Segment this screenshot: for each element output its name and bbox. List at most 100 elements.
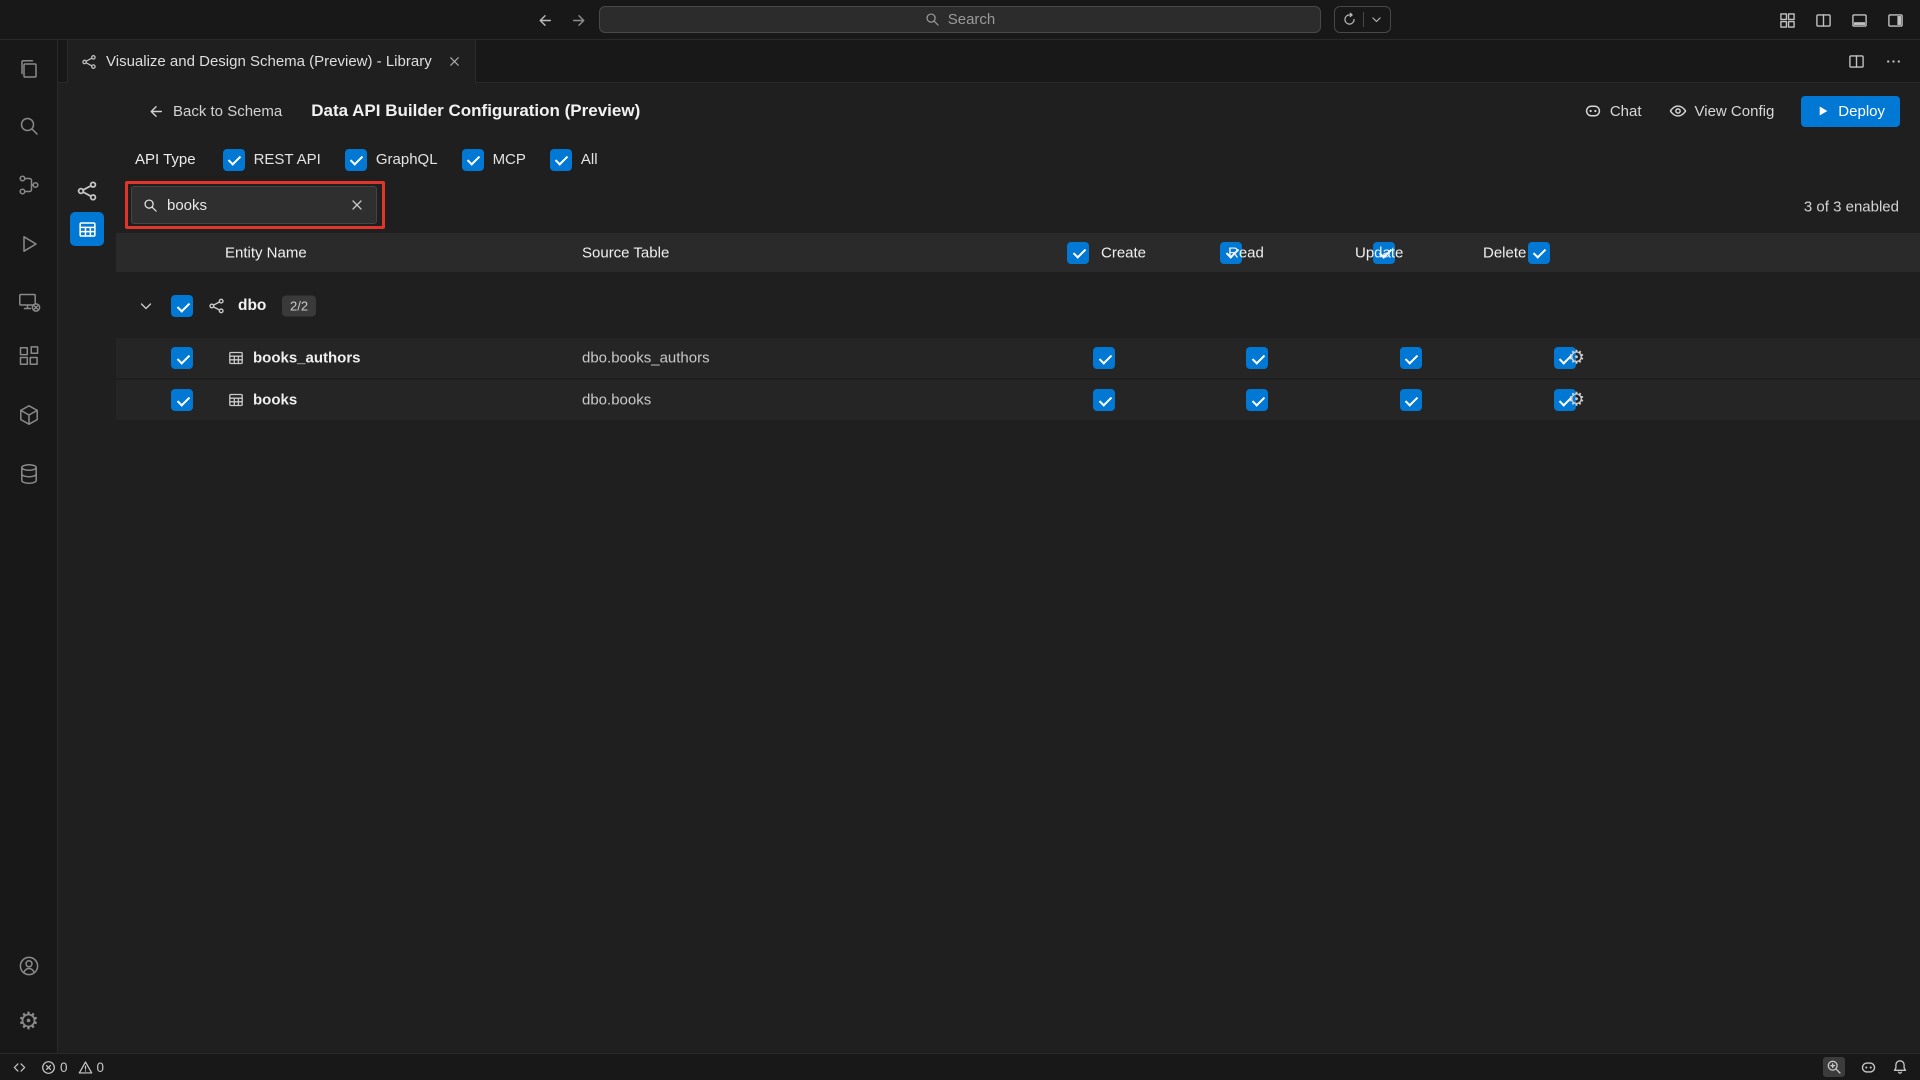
mcp-checkbox[interactable] xyxy=(462,149,484,171)
deploy-button[interactable]: Deploy xyxy=(1801,96,1900,127)
toggle-panel-icon[interactable] xyxy=(1851,12,1868,29)
eye-icon xyxy=(1669,102,1687,120)
activity-bar: ⚙ xyxy=(0,40,58,1053)
titlebar: Search xyxy=(0,0,1920,40)
global-search-box[interactable]: Search xyxy=(599,6,1321,33)
entity-name: books xyxy=(253,392,297,409)
row-select-checkbox[interactable] xyxy=(171,389,193,411)
database-projects-icon[interactable] xyxy=(17,462,41,486)
split-editor-icon[interactable] xyxy=(1848,53,1865,70)
schema-designer-tab-icon xyxy=(81,54,97,70)
create-header-label: Create xyxy=(1101,244,1146,261)
search-icon xyxy=(925,12,940,27)
chat-button[interactable]: Chat xyxy=(1584,102,1642,120)
rest-api-checkbox[interactable] xyxy=(223,149,245,171)
page-title: Data API Builder Configuration (Preview) xyxy=(311,101,640,121)
zoom-indicator-icon[interactable] xyxy=(1823,1057,1845,1077)
all-checkbox[interactable] xyxy=(550,149,572,171)
tab-title: Visualize and Design Schema (Preview) - … xyxy=(106,53,432,70)
table-icon xyxy=(228,350,244,366)
containers-icon[interactable] xyxy=(17,403,41,427)
tab-close-icon[interactable] xyxy=(447,54,462,69)
problems-indicator[interactable]: 0 0 xyxy=(41,1060,104,1075)
run-task-control[interactable] xyxy=(1334,6,1391,33)
schema-diagram-tool[interactable] xyxy=(70,174,104,208)
read-checkbox[interactable] xyxy=(1246,347,1268,369)
extensions-icon[interactable] xyxy=(17,344,41,368)
search-icon xyxy=(143,198,158,213)
global-search-placeholder: Search xyxy=(948,11,996,28)
arrow-left-icon xyxy=(147,103,164,120)
filter-graphql[interactable]: GraphQL xyxy=(345,149,438,171)
mcp-label: MCP xyxy=(493,151,526,168)
customize-layout-icon[interactable] xyxy=(1779,12,1796,29)
delete-header-label: Delete xyxy=(1483,244,1526,261)
api-type-label: API Type xyxy=(135,151,196,168)
run-debug-icon[interactable] xyxy=(17,232,41,256)
entity-search-input[interactable] xyxy=(167,197,340,214)
row-settings-gear-icon[interactable]: ⚙ xyxy=(1568,349,1585,368)
graphql-label: GraphQL xyxy=(376,151,438,168)
api-type-filter-row: API Type REST API GraphQL MCP All xyxy=(116,139,1920,180)
entity-row-books-authors[interactable]: books_authors dbo.books_authors ⚙ xyxy=(116,338,1920,380)
toggle-sidebar-icon[interactable] xyxy=(1815,12,1832,29)
entity-table-header: Entity Name Source Table Create Read Upd… xyxy=(116,233,1920,272)
entity-name: books_authors xyxy=(253,350,361,367)
read-checkbox[interactable] xyxy=(1246,389,1268,411)
filter-all[interactable]: All xyxy=(550,149,598,171)
entity-row-books[interactable]: books dbo.books ⚙ xyxy=(116,380,1920,422)
loop-icon xyxy=(1342,12,1357,27)
group-select-checkbox[interactable] xyxy=(171,295,193,317)
page-toolbar: Back to Schema Data API Builder Configur… xyxy=(116,83,1920,139)
filter-mcp[interactable]: MCP xyxy=(462,149,526,171)
copilot-icon xyxy=(1584,102,1602,120)
divider xyxy=(1363,12,1364,27)
history-forward-icon[interactable] xyxy=(571,12,588,29)
history-back-icon[interactable] xyxy=(536,12,553,29)
rest-api-label: REST API xyxy=(254,151,321,168)
remote-disconnected-icon[interactable] xyxy=(17,290,41,314)
view-config-label: View Config xyxy=(1695,103,1775,120)
connections-icon[interactable] xyxy=(17,173,41,197)
row-select-checkbox[interactable] xyxy=(171,347,193,369)
warning-count: 0 xyxy=(97,1060,105,1075)
account-icon[interactable] xyxy=(17,954,41,978)
more-actions-icon[interactable] xyxy=(1885,53,1902,70)
filter-rest-api[interactable]: REST API xyxy=(223,149,321,171)
row-settings-gear-icon[interactable]: ⚙ xyxy=(1568,391,1585,410)
editor-actions xyxy=(1848,40,1920,82)
update-checkbox[interactable] xyxy=(1400,347,1422,369)
editor-tab-schema-designer[interactable]: Visualize and Design Schema (Preview) - … xyxy=(67,40,476,83)
clear-search-icon[interactable] xyxy=(349,197,365,213)
table-icon xyxy=(228,392,244,408)
copilot-status-icon[interactable] xyxy=(1860,1059,1877,1076)
explorer-icon[interactable] xyxy=(17,57,41,81)
data-api-builder-tool[interactable] xyxy=(70,212,104,246)
search-sidebar-icon[interactable] xyxy=(17,114,41,138)
all-label: All xyxy=(581,151,598,168)
notifications-bell-icon[interactable] xyxy=(1892,1059,1908,1075)
status-bar: 0 0 xyxy=(0,1053,1920,1080)
entity-search-box[interactable] xyxy=(131,186,377,224)
remote-indicator-icon[interactable] xyxy=(12,1060,27,1075)
update-checkbox[interactable] xyxy=(1400,389,1422,411)
delete-all-checkbox[interactable] xyxy=(1528,242,1550,264)
source-table: dbo.books_authors xyxy=(582,350,710,367)
graphql-checkbox[interactable] xyxy=(345,149,367,171)
toggle-secondary-sidebar-icon[interactable] xyxy=(1887,12,1904,29)
create-checkbox[interactable] xyxy=(1093,389,1115,411)
group-count-badge: 2/2 xyxy=(282,296,316,317)
chevron-down-icon xyxy=(1370,13,1383,26)
error-count: 0 xyxy=(60,1060,68,1075)
settings-gear-icon[interactable]: ⚙ xyxy=(18,1010,40,1034)
schema-icon xyxy=(208,298,225,315)
designer-tool-strip xyxy=(58,83,116,1053)
create-checkbox[interactable] xyxy=(1093,347,1115,369)
back-to-schema-button[interactable]: Back to Schema xyxy=(147,103,282,120)
source-table-header: Source Table xyxy=(582,244,669,261)
collapse-chevron-icon[interactable] xyxy=(138,298,154,314)
view-config-button[interactable]: View Config xyxy=(1669,102,1775,120)
create-all-checkbox[interactable] xyxy=(1067,242,1089,264)
source-table: dbo.books xyxy=(582,392,651,409)
tab-bar: Visualize and Design Schema (Preview) - … xyxy=(58,40,1920,83)
